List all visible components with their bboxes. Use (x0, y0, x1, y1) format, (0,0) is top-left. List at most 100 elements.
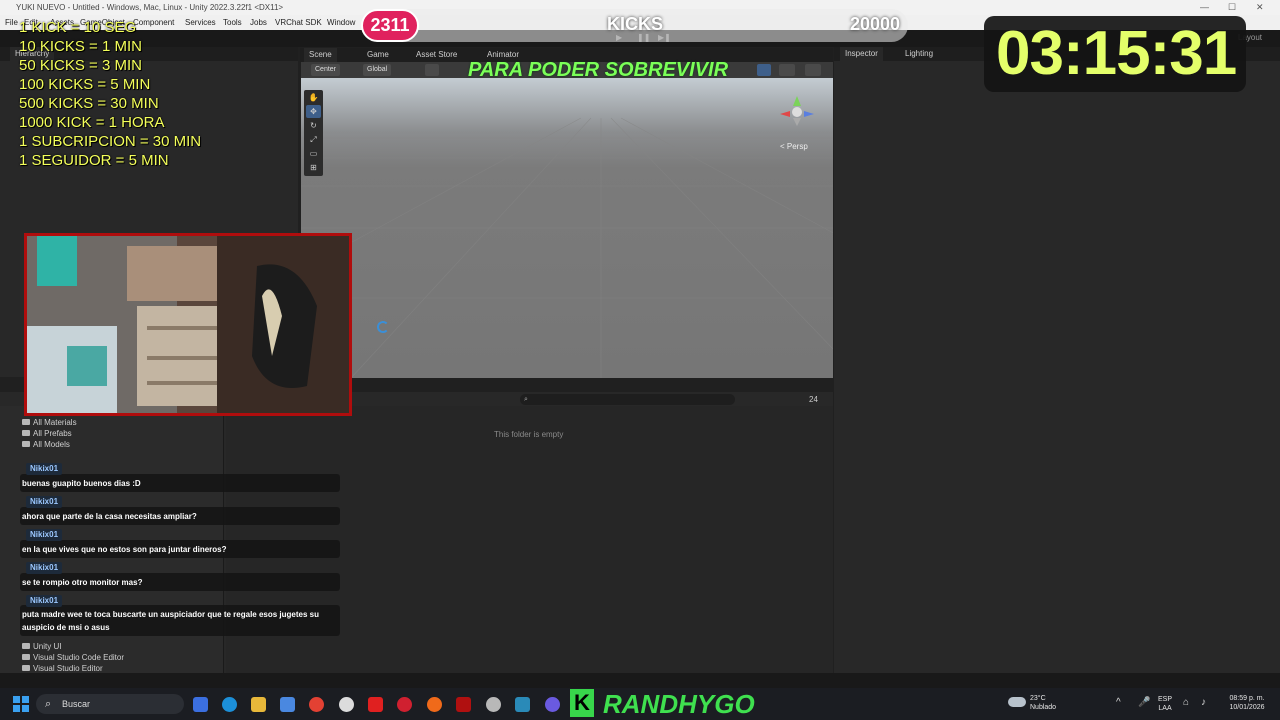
pivot-center-dropdown[interactable]: Center (311, 64, 341, 76)
copilot-icon[interactable] (193, 697, 208, 712)
grid-snap-icon[interactable] (425, 64, 439, 76)
gizmos-icon[interactable] (779, 64, 795, 76)
weather-cloud-icon[interactable] (1008, 697, 1026, 707)
chat-username: Nikix01 (26, 463, 63, 475)
search-icon: ⌕ (45, 698, 52, 710)
rotate-tool-icon[interactable]: ↻ (306, 119, 321, 132)
chat-message: buenas guapito buenos dias :D (20, 474, 340, 492)
subathon-timer: 03:15:31 (996, 19, 1237, 88)
search-icon (22, 430, 30, 436)
windows-start-icon[interactable] (13, 696, 29, 712)
webcam-image (27, 236, 349, 413)
tab-lighting[interactable]: Lighting (900, 47, 938, 61)
transform-tool-icon[interactable]: ⊞ (306, 161, 321, 174)
rule-line: 1 SEGUIDOR = 5 MIN (19, 152, 169, 169)
rule-line: 50 KICKS = 3 MIN (19, 57, 142, 74)
kick-rules-overlay: 1 KICK = 10 SEG 10 KICKS = 1 MIN 50 KICK… (19, 18, 201, 170)
webcam-feed (24, 233, 352, 416)
favorite-all-prefabs[interactable]: All Prefabs (22, 429, 72, 438)
kicks-goal: 20000 (849, 14, 900, 34)
visibility-icon[interactable] (757, 64, 771, 76)
project-search-input[interactable]: ⌕ (520, 394, 735, 405)
tab-asset-store[interactable]: Asset Store (411, 48, 462, 62)
motto-text: PARA PODER SOBREVIVIR (468, 59, 729, 81)
move-tool-icon[interactable]: ✥ (306, 105, 321, 118)
menu-vrchat-sdk[interactable]: VRChat SDK (275, 15, 322, 30)
hidden-count: 24 (809, 395, 818, 404)
inspector-panel: Inspector Lighting (834, 47, 1280, 673)
package-vs-editor[interactable]: Visual Studio Editor (22, 664, 103, 673)
folder-icon (22, 643, 30, 649)
acrobat-icon[interactable] (456, 697, 471, 712)
package-unity-ui[interactable]: Unity UI (22, 642, 61, 651)
hand-tool-icon[interactable]: ✋ (306, 91, 321, 104)
scale-tool-icon[interactable]: ⤢ (306, 133, 321, 146)
menu-window[interactable]: Window (327, 15, 355, 30)
streamer-brand: RANDHYGO (603, 689, 755, 719)
menu-tools[interactable]: Tools (223, 15, 242, 30)
rect-tool-icon[interactable]: ▭ (306, 147, 321, 160)
loading-spinner-icon (377, 321, 389, 333)
discord-icon[interactable] (545, 697, 560, 712)
kick-logo: K (570, 689, 594, 717)
rule-line: 500 KICKS = 30 MIN (19, 95, 159, 112)
firefox-icon[interactable] (427, 697, 442, 712)
scene-tools: ✋ ✥ ↻ ⤢ ▭ ⊞ (304, 90, 323, 176)
network-icon[interactable]: ⌂ (1183, 697, 1189, 708)
app-icon[interactable] (515, 697, 530, 712)
favorite-all-materials[interactable]: All Materials (22, 418, 77, 427)
search-icon (22, 441, 30, 447)
tab-inspector[interactable]: Inspector (840, 47, 883, 61)
github-icon[interactable] (486, 697, 501, 712)
chat-username: Nikix01 (26, 496, 63, 508)
chrome-icon[interactable] (309, 697, 324, 712)
persp-label[interactable]: < Persp (780, 142, 808, 151)
rule-line: 1 SUBCRIPCION = 30 MIN (19, 133, 202, 150)
kicks-count-badge: 2311 (361, 9, 419, 42)
rule-line: 100 KICKS = 5 MIN (19, 76, 151, 93)
chat-username: Nikix01 (26, 529, 63, 541)
folder-icon (22, 654, 30, 660)
empty-folder-message: This folder is empty (494, 430, 564, 439)
kicks-label: KICKS (606, 14, 663, 34)
scene-viewport[interactable] (301, 78, 833, 378)
menu-file[interactable]: File (5, 15, 18, 30)
tray-chevron-icon[interactable]: ^ (1116, 697, 1121, 708)
store-icon[interactable] (280, 697, 295, 712)
pivot-global-dropdown[interactable]: Global (363, 64, 392, 76)
window-title: YUKI NUEVO - Untitled - Windows, Mac, Li… (16, 3, 284, 12)
tab-game[interactable]: Game (362, 48, 394, 62)
rule-line: 1 KICK = 10 SEG (19, 19, 137, 36)
chat-message: en la que vives que no estos son para ju… (20, 540, 340, 558)
rule-line: 1000 KICK = 1 HORA (19, 114, 165, 131)
microphone-icon[interactable]: 🎤 (1138, 697, 1150, 708)
scene-grid (301, 117, 833, 378)
draw-mode-icon[interactable] (805, 64, 821, 76)
rule-line: 10 KICKS = 1 MIN (19, 38, 142, 55)
maximize-icon[interactable]: ☐ (1228, 0, 1236, 15)
youtube-icon[interactable] (368, 697, 383, 712)
folder-icon (22, 665, 30, 671)
package-vscode-editor[interactable]: Visual Studio Code Editor (22, 653, 124, 662)
chat-message: se te rompio otro monitor mas? (20, 573, 340, 591)
volume-icon[interactable]: ♪ (1201, 697, 1206, 708)
close-icon[interactable]: ✕ (1256, 0, 1264, 15)
favorite-all-models[interactable]: All Models (22, 440, 70, 449)
status-bar (0, 673, 1280, 688)
chat-username: Nikix01 (26, 562, 63, 574)
edge-icon[interactable] (222, 697, 237, 712)
language-indicator[interactable]: ESP LAA (1158, 695, 1172, 713)
search-icon (22, 419, 30, 425)
taskbar-search-input[interactable]: ⌕ Buscar (36, 694, 184, 714)
unity-icon[interactable] (339, 697, 354, 712)
taskbar-clock[interactable]: 08:59 p. m. 10/01/2026 (1222, 694, 1272, 712)
file-explorer-icon[interactable] (251, 697, 266, 712)
orientation-gizmo[interactable] (772, 92, 822, 134)
menu-jobs[interactable]: Jobs (250, 15, 267, 30)
chat-message: puta madre wee te toca buscarte un auspi… (20, 605, 340, 636)
weather-widget[interactable]: 23°C Nublado (1030, 694, 1056, 712)
minimize-icon[interactable]: — (1200, 0, 1209, 15)
chat-username: Nikix01 (26, 595, 63, 607)
opera-icon[interactable] (397, 697, 412, 712)
tab-scene[interactable]: Scene (304, 48, 337, 62)
